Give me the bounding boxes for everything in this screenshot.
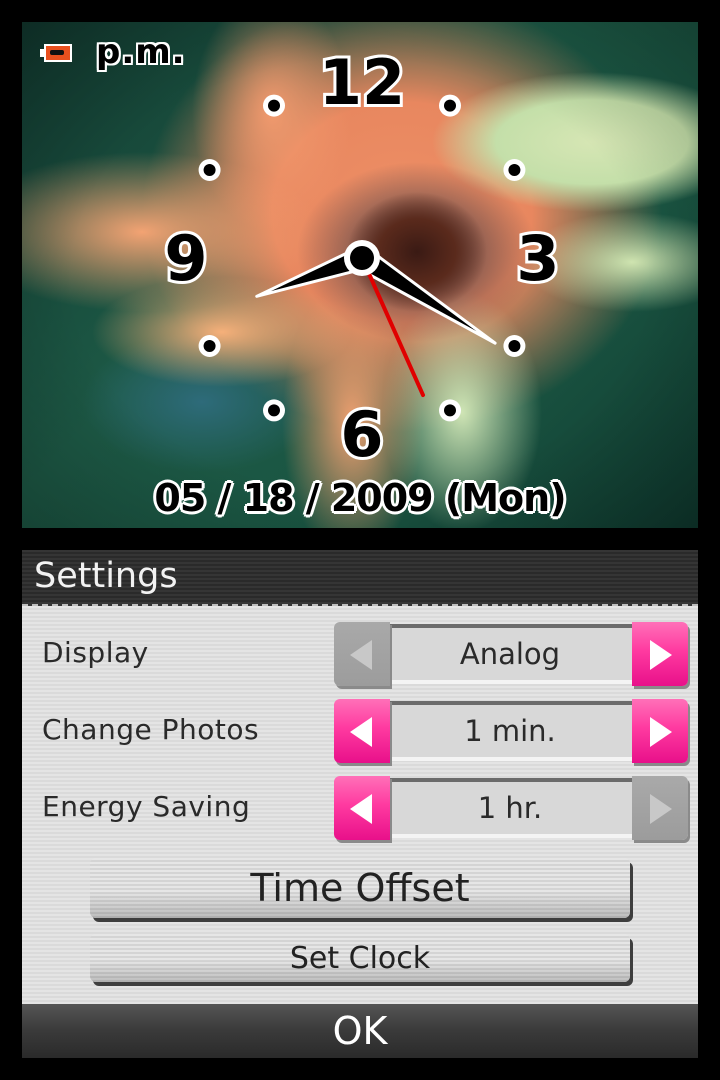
set-clock-label: Set Clock <box>289 940 431 976</box>
hour-marker-dot-center <box>508 340 521 352</box>
hour-marker-dot-center <box>203 340 216 352</box>
previous-option-button[interactable] <box>334 776 390 840</box>
arrow-left-icon <box>350 640 372 670</box>
setting-label: Energy Saving <box>42 790 251 823</box>
date-display: 05 / 18 / 2009 (Mon) <box>154 476 566 520</box>
setting-label: Change Photos <box>42 713 260 746</box>
clock-numeral: 6 <box>340 398 383 471</box>
next-option-button[interactable] <box>632 622 688 686</box>
analog-clock: 12 3 6 9 <box>161 43 562 474</box>
next-option-button[interactable] <box>632 699 688 763</box>
clock-numeral: 9 <box>164 222 207 295</box>
setting-row-display: Display Analog <box>22 622 698 688</box>
selector-value: Analog <box>386 624 634 684</box>
settings-panel: Settings Display Analog Change Photos 1 … <box>22 550 698 1058</box>
energy-saving-selector: 1 hr. <box>334 776 688 842</box>
selector-value: 1 min. <box>386 701 634 761</box>
next-option-button[interactable] <box>632 776 688 840</box>
ok-button[interactable]: OK <box>22 1004 698 1058</box>
time-offset-label: Time Offset <box>250 866 470 910</box>
previous-option-button[interactable] <box>334 622 390 686</box>
hour-marker-dot-center <box>508 164 521 176</box>
am-pm-indicator: p.m. <box>96 32 186 72</box>
battery-charging-icon <box>40 44 74 62</box>
previous-option-button[interactable] <box>334 699 390 763</box>
change-photos-selector: 1 min. <box>334 699 688 765</box>
clock-numeral: 12 <box>319 46 405 119</box>
arrow-left-icon <box>350 794 372 824</box>
arrow-right-icon <box>650 717 672 747</box>
arrow-right-icon <box>650 794 672 824</box>
selector-value: 1 hr. <box>386 778 634 838</box>
arrow-left-icon <box>350 717 372 747</box>
hour-marker-dot-center <box>444 99 456 112</box>
page-title: Settings <box>34 556 178 596</box>
setting-row-energy-saving: Energy Saving 1 hr. <box>22 776 698 842</box>
hour-marker-dot-center <box>268 99 280 112</box>
time-offset-button[interactable]: Time Offset <box>90 858 630 918</box>
setting-row-change-photos: Change Photos 1 min. <box>22 699 698 765</box>
arrow-right-icon <box>650 640 672 670</box>
display-selector: Analog <box>334 622 688 688</box>
clock-center-pin-core <box>350 246 374 270</box>
set-clock-button[interactable]: Set Clock <box>90 934 630 982</box>
hour-marker-dot-center <box>444 404 456 417</box>
hour-marker-dot-center <box>203 164 216 176</box>
title-bar: Settings <box>22 550 698 606</box>
clock-numeral: 3 <box>516 222 559 295</box>
photo-clock-screen: p.m. 12 3 6 9 05 / 18 / 2009 (Mon) <box>22 22 698 528</box>
setting-label: Display <box>42 636 149 669</box>
hour-marker-dot-center <box>268 404 280 417</box>
